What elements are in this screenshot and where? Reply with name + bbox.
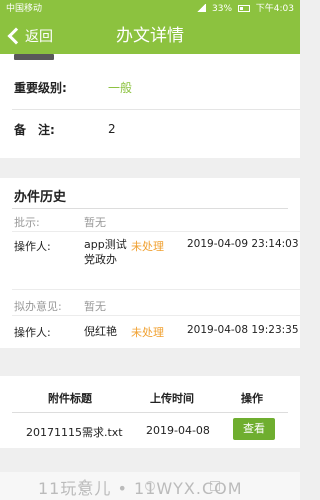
divider: [12, 231, 300, 232]
attachment-name: 20171115需求.txt: [26, 426, 123, 439]
remark-row: 备 注: 2: [0, 110, 300, 148]
battery-icon: [237, 5, 250, 12]
back-button[interactable]: 返回: [4, 23, 53, 49]
view-attachment-button[interactable]: 查看: [233, 418, 275, 440]
divider: [12, 412, 288, 413]
operator-name: app测试党政办: [84, 238, 127, 266]
details-card: 重要级别: 一般 备 注: 2: [0, 54, 300, 158]
status-right: 33% 下午4:03: [196, 0, 294, 18]
column-header-action: 操作: [241, 392, 263, 405]
divider: [12, 208, 288, 209]
clock: 下午4:03: [255, 4, 294, 14]
operator-label: 操作人:: [14, 326, 51, 339]
watermark: 11玩意儿 • 11WYX.COM: [38, 479, 243, 498]
divider: [12, 289, 300, 290]
battery-percent: 33%: [212, 4, 233, 14]
header-bar: 办文详情 返回: [0, 18, 300, 54]
divider: [12, 315, 300, 316]
column-header-title: 附件标题: [48, 392, 92, 405]
comment-label: 拟办意见:: [14, 300, 62, 313]
history-time: 2019-04-09 23:14:03: [187, 238, 299, 250]
history-time: 2019-04-08 19:23:35: [187, 324, 299, 336]
level-row: 重要级别: 一般: [0, 68, 300, 106]
comment-value: 暂无: [84, 300, 106, 313]
chevron-left-icon: [7, 27, 25, 45]
history-card: 办件历史 批示: 暂无 操作人: app测试党政办 未处理 2019-04-09…: [0, 178, 300, 348]
carrier-label: 中国移动: [6, 4, 43, 14]
comment-value: 暂无: [84, 216, 106, 229]
operator-label: 操作人:: [14, 240, 51, 253]
remark-label: 备 注:: [14, 122, 55, 137]
column-header-upload-time: 上传时间: [150, 392, 194, 405]
comment-label: 批示:: [14, 216, 40, 229]
back-label: 返回: [25, 29, 53, 45]
status-badge: 未处理: [131, 326, 164, 339]
status-bar: 中国移动 33% 下午4:03: [0, 0, 300, 18]
level-value: 一般: [108, 80, 133, 95]
history-title: 办件历史: [14, 190, 67, 205]
attachment-date: 2019-04-08: [146, 424, 210, 437]
signal-icon: [196, 4, 207, 12]
remark-value: 2: [108, 122, 116, 136]
level-label: 重要级别:: [14, 80, 67, 95]
clipped-previous-row: [14, 54, 54, 60]
attachments-card: 附件标题 上传时间 操作 20171115需求.txt 2019-04-08 查…: [0, 376, 300, 448]
status-badge: 未处理: [131, 240, 164, 253]
